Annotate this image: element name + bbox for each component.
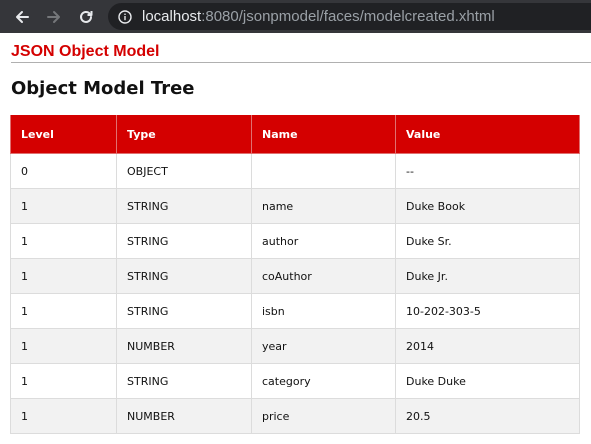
cell-name: price: [251, 398, 396, 434]
cell-type: OBJECT: [116, 153, 252, 189]
cell-type: STRING: [116, 258, 252, 294]
forward-button[interactable]: [38, 0, 70, 33]
cell-type: NUMBER: [116, 398, 252, 434]
table-row: 1 STRING name Duke Book: [10, 188, 580, 224]
cell-level: 1: [10, 328, 117, 364]
address-bar[interactable]: localhost:8080/jsonpmodel/faces/modelcre…: [108, 3, 591, 30]
cell-type: STRING: [116, 363, 252, 399]
cell-type: NUMBER: [116, 328, 252, 364]
header-divider: [11, 62, 591, 63]
cell-value: 10-202-303-5: [395, 293, 580, 329]
info-icon[interactable]: [118, 9, 132, 24]
cell-name: author: [251, 223, 396, 259]
cell-level: 1: [10, 258, 117, 294]
cell-name: name: [251, 188, 396, 224]
cell-name: coAuthor: [251, 258, 396, 294]
cell-name: year: [251, 328, 396, 364]
table-row: 1 STRING author Duke Sr.: [10, 223, 580, 259]
table-row: 0 OBJECT --: [10, 153, 580, 189]
cell-value: Duke Jr.: [395, 258, 580, 294]
cell-type: STRING: [116, 188, 252, 224]
column-header-value: Value: [395, 115, 580, 154]
table-row: 1 STRING category Duke Duke: [10, 363, 580, 399]
table-row: 1 NUMBER year 2014: [10, 328, 580, 364]
table-row: 1 STRING coAuthor Duke Jr.: [10, 258, 580, 294]
cell-name: category: [251, 363, 396, 399]
cell-value: Duke Book: [395, 188, 580, 224]
page-title: Object Model Tree: [11, 78, 195, 99]
browser-toolbar: localhost:8080/jsonpmodel/faces/modelcre…: [0, 0, 591, 33]
page-content: JSON Object Model Object Model Tree Leve…: [0, 33, 591, 444]
cell-level: 1: [10, 223, 117, 259]
object-model-table: Level Type Name Value 0 OBJECT -- 1 STRI…: [10, 115, 580, 434]
cell-level: 0: [10, 153, 117, 189]
app-title: JSON Object Model: [11, 43, 160, 60]
cell-value: 20.5: [395, 398, 580, 434]
cell-value: Duke Sr.: [395, 223, 580, 259]
table-row: 1 NUMBER price 20.5: [10, 398, 580, 434]
back-button[interactable]: [6, 0, 38, 33]
url-host: localhost: [142, 8, 202, 25]
back-arrow-icon: [16, 10, 29, 23]
column-header-type: Type: [116, 115, 252, 154]
cell-type: STRING: [116, 293, 252, 329]
cell-level: 1: [10, 293, 117, 329]
cell-name: [251, 153, 396, 189]
reload-icon: [80, 10, 93, 23]
cell-level: 1: [10, 363, 117, 399]
cell-level: 1: [10, 398, 117, 434]
table-header-row: Level Type Name Value: [10, 115, 580, 154]
cell-value: Duke Duke: [395, 363, 580, 399]
column-header-name: Name: [251, 115, 396, 154]
url-text[interactable]: localhost:8080/jsonpmodel/faces/modelcre…: [142, 8, 495, 25]
column-header-level: Level: [10, 115, 117, 154]
cell-value: 2014: [395, 328, 580, 364]
table-row: 1 STRING isbn 10-202-303-5: [10, 293, 580, 329]
forward-arrow-icon: [47, 10, 60, 23]
cell-value: --: [395, 153, 580, 189]
cell-level: 1: [10, 188, 117, 224]
reload-button[interactable]: [70, 0, 102, 33]
cell-type: STRING: [116, 223, 252, 259]
cell-name: isbn: [251, 293, 396, 329]
url-path: :8080/jsonpmodel/faces/modelcreated.xhtm…: [201, 8, 495, 25]
